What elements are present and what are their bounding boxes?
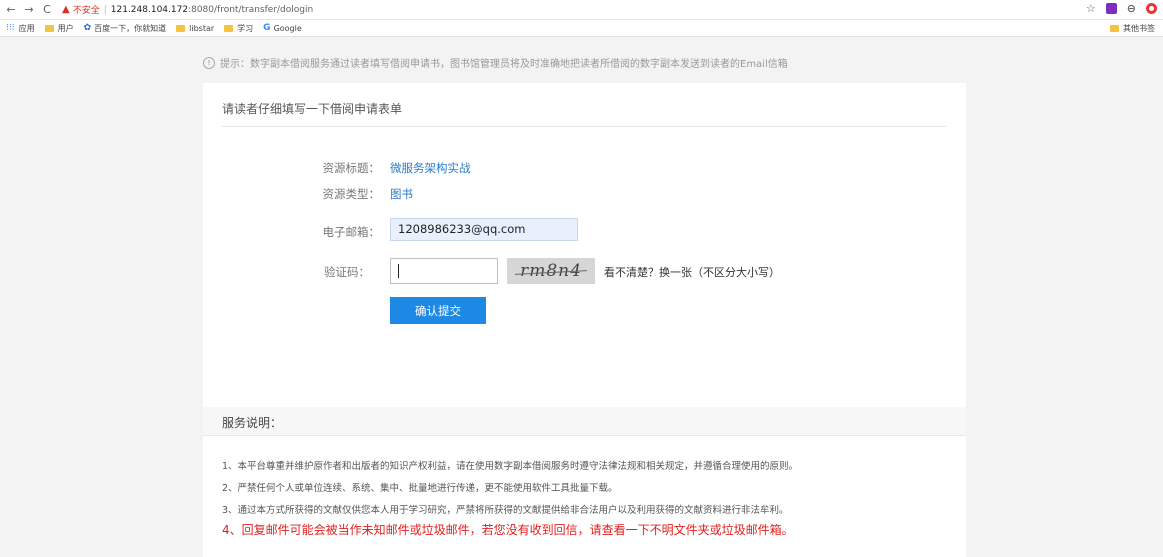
form-title: 请读者仔细填写一下借阅申请表单 [222,102,403,116]
resource-title-value[interactable]: 微服务架构实战 [390,160,471,176]
url-path: :8080/front/transfer/dologin [188,4,314,15]
bookmark-study[interactable]: 学习 [224,23,253,34]
opera-menu-icon[interactable] [1146,3,1157,14]
bookmark-label: 应用 [18,23,35,33]
apps-grid-icon: ⁝⁝⁝ [6,23,15,33]
captcha-refresh-link[interactable]: 看不清楚？换一张（不区分大小写） [604,264,780,280]
forward-arrow-icon[interactable]: → [22,3,36,17]
insecure-label: 不安全 [72,6,100,16]
bookmark-google[interactable]: G Google [263,23,302,33]
text-caret [398,264,399,278]
info-circle-icon: ! [203,56,215,69]
bookmark-label: Google [273,23,302,33]
email-field[interactable]: 1208986233@qq.com [390,218,578,241]
service-note-warning: 4、回复邮件可能会被当作未知邮件或垃圾邮件，若您没有收到回信，请查看一下不明文件… [222,523,794,537]
submit-button[interactable]: 确认提交 [390,297,486,324]
bookmark-apps[interactable]: ⁝⁝⁝ 应用 [6,23,35,34]
url-host: 121.248.104.172 [110,4,189,15]
bookmarks-bar: ⁝⁝⁝ 应用 用户 ✿ 百度一下，你就知道 libstar 学习 G Googl… [0,20,1163,37]
service-header: 服务说明： [203,407,966,436]
back-arrow-icon[interactable]: ← [4,3,18,17]
toolbar-right-icons: ☆ ⊖ [1086,2,1157,15]
bookmark-label: 百度一下，你就知道 [94,23,167,33]
service-title: 服务说明： [222,416,283,430]
bookmark-label: libstar [189,23,215,33]
folder-icon [44,24,54,32]
bookmark-label: 用户 [57,23,74,33]
browser-toolbar: ← → C ▲ 不安全 | 121.248.104.172:8080/front… [0,0,1163,20]
captcha-label: 验证码： [324,265,370,279]
resource-type-label: 资源类型： [322,187,381,201]
other-bookmarks-label: 其他书签 [1123,24,1155,33]
captcha-input[interactable] [390,258,498,284]
bookmark-baidu[interactable]: ✿ 百度一下，你就知道 [84,23,167,34]
reload-icon[interactable]: C [40,3,54,17]
account-icon[interactable]: ⊖ [1127,2,1136,15]
baidu-icon: ✿ [83,23,92,33]
bookmark-libstar[interactable]: libstar [176,24,214,33]
warning-triangle-icon: ▲ [62,4,70,15]
google-icon: G [263,23,271,33]
service-note: 1、本平台尊重并维护原作者和出版者的知识产权利益，请在使用数字副本借阅服务时遵守… [222,461,799,472]
folder-icon [1110,25,1119,32]
resource-type-value[interactable]: 图书 [390,186,413,202]
bookmark-label: 学习 [237,23,254,33]
address-bar[interactable]: ▲ 不安全 | 121.248.104.172:8080/front/trans… [62,2,313,17]
other-bookmarks[interactable]: 其他书签 [1110,23,1155,34]
email-label: 电子邮箱： [322,225,381,239]
service-note: 2、严禁任何个人或单位连续、系统、集中、批量地进行传递，更不能使用软件工具批量下… [222,483,618,494]
resource-title-label: 资源标题： [322,161,381,175]
bookmark-star-icon[interactable]: ☆ [1086,2,1096,15]
form-divider [222,126,946,127]
bookmark-users[interactable]: 用户 [44,23,74,34]
folder-icon [176,24,186,32]
captcha-image[interactable]: rm8n4 [507,258,595,284]
hint-text: 提示：数字副本借阅服务通过读者填写借阅申请书，图书馆管理员将及时准确地把读者所借… [220,59,788,70]
service-note: 3、通过本方式所获得的文献仅供您本人用于学习研究，严禁将所获得的文献提供给非合法… [222,505,789,516]
folder-icon [224,24,234,32]
url-separator: | [103,4,107,15]
application-card: 请读者仔细填写一下借阅申请表单 资源标题： 微服务架构实战 资源类型： 图书 电… [203,83,966,557]
extension-icon[interactable] [1105,3,1117,14]
hint-banner: ! 提示：数字副本借阅服务通过读者填写借阅申请书，图书馆管理员将及时准确地把读者… [203,55,788,70]
